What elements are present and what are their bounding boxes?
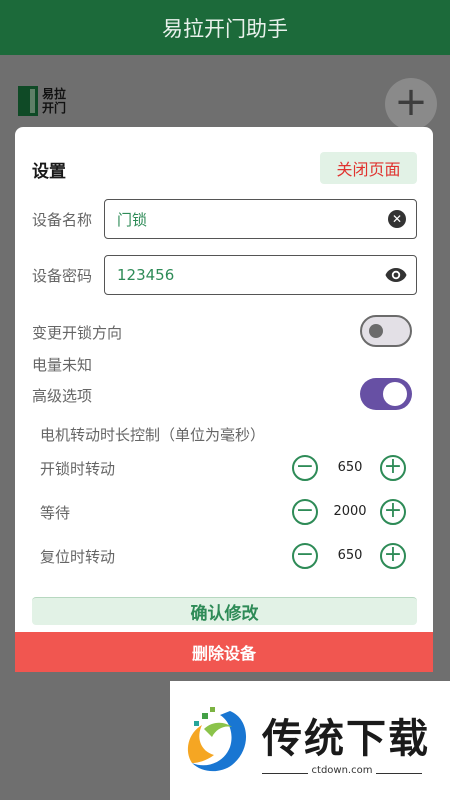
door-icon [18, 86, 38, 116]
increase-button[interactable]: + [380, 543, 406, 569]
motor-row-value: 2000 [333, 504, 367, 519]
motor-row-value: 650 [337, 548, 363, 563]
increase-button[interactable]: + [380, 499, 406, 525]
increase-button[interactable]: + [380, 455, 406, 481]
toggle-knob [383, 382, 407, 406]
app-header: 易拉开门助手 [0, 0, 450, 55]
device-password-input[interactable]: 123456 [104, 255, 417, 295]
advanced-options-toggle[interactable] [360, 378, 412, 410]
decrease-button[interactable]: − [292, 499, 318, 525]
motor-row-unlock: 开锁时转动 − 650 + [40, 453, 410, 483]
motor-row-label: 等待 [40, 504, 71, 522]
motor-row-label: 开锁时转动 [40, 460, 116, 478]
confirm-button[interactable]: 确认修改 [32, 597, 417, 625]
advanced-options-label: 高级选项 [32, 387, 93, 405]
watermark-brand: 传统下载 [262, 716, 430, 762]
motor-section-title: 电机转动时长控制（单位为毫秒） [40, 426, 266, 444]
device-name-input[interactable]: 门锁 ✕ [104, 199, 417, 239]
settings-dialog: 设置 关闭页面 设备名称 门锁 ✕ 设备密码 123456 变更开锁方向 电量未… [15, 127, 433, 672]
add-device-button[interactable]: + [385, 78, 437, 130]
close-page-button[interactable]: 关闭页面 [320, 152, 417, 184]
app-title: 易拉开门助手 [162, 16, 288, 41]
decrease-button[interactable]: − [292, 455, 318, 481]
change-direction-toggle[interactable] [360, 315, 412, 347]
motor-row-value: 650 [337, 460, 363, 475]
decrease-button[interactable]: − [292, 543, 318, 569]
brand-logo-icon [187, 707, 247, 772]
device-logo: 易拉 开门 [18, 86, 66, 116]
motor-row-label: 复位时转动 [40, 548, 116, 566]
device-password-label: 设备密码 [32, 266, 93, 285]
motor-row-reset: 复位时转动 − 650 + [40, 541, 410, 571]
motor-row-wait: 等待 − 2000 + [40, 497, 410, 527]
logo-line-2: 开门 [42, 101, 67, 115]
device-name-label: 设备名称 [32, 210, 93, 229]
battery-status: 电量未知 [32, 356, 93, 374]
dialog-title: 设置 [32, 162, 66, 182]
device-password-value: 123456 [117, 266, 175, 284]
device-name-value: 门锁 [117, 210, 148, 229]
delete-device-button[interactable]: 删除设备 [15, 632, 433, 672]
watermark-url: ctdown.com [307, 765, 377, 776]
logo-line-1: 易拉 [42, 87, 67, 101]
change-direction-label: 变更开锁方向 [32, 324, 123, 342]
clear-icon[interactable]: ✕ [388, 210, 406, 228]
watermark: 传统下载 ctdown.com [170, 681, 450, 800]
eye-icon[interactable] [384, 263, 408, 287]
device-name-row: 设备名称 门锁 ✕ [32, 199, 417, 239]
toggle-knob [369, 324, 383, 338]
device-password-row: 设备密码 123456 [32, 255, 417, 295]
